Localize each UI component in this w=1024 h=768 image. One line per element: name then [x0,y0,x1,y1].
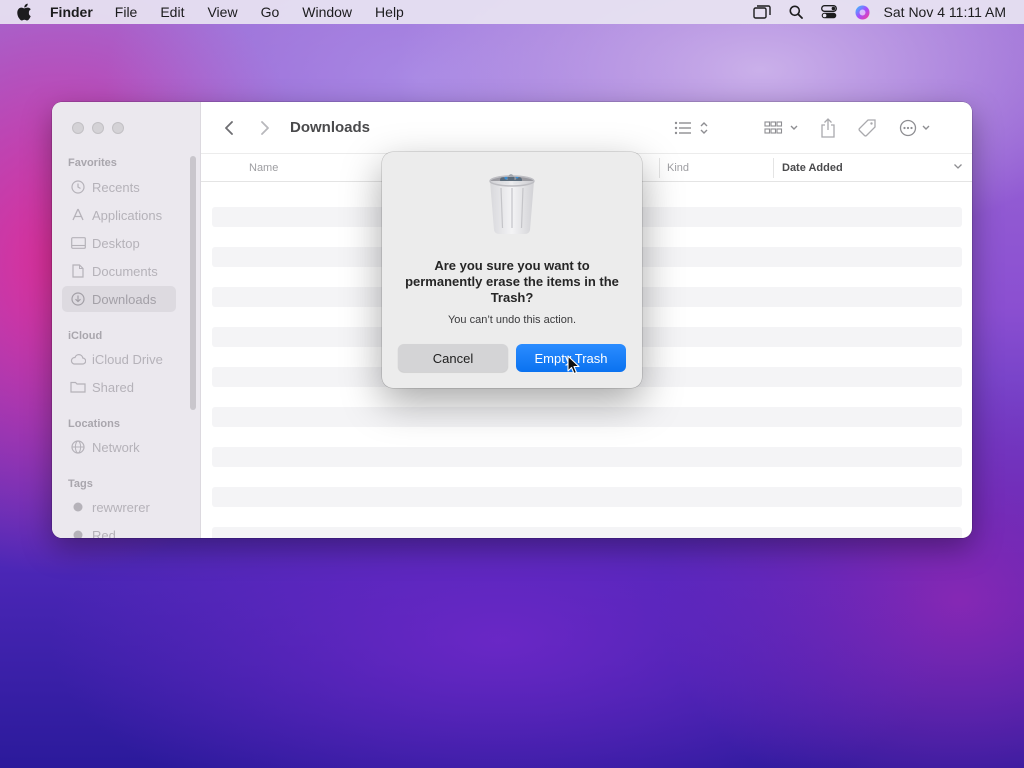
column-kind[interactable]: Kind [667,162,689,174]
back-button[interactable] [219,116,239,140]
sidebar-item-label: Recents [92,179,140,195]
clock-icon [70,179,86,195]
tag-dot-icon [70,527,86,538]
alert-message: You can’t undo this action. [447,314,577,326]
sidebar-item-desktop[interactable]: Desktop [62,230,176,256]
sidebar-item-label: Desktop [92,235,140,251]
document-icon [70,263,86,279]
sidebar-item-label: Shared [92,379,134,395]
sidebar-header-favorites: Favorites [68,157,117,169]
menu-help[interactable]: Help [375,4,404,20]
group-by-button[interactable] [762,116,802,140]
cancel-button[interactable]: Cancel [398,344,508,372]
sidebar-header-locations: Locations [68,418,120,430]
sidebar-header-icloud: iCloud [68,330,103,342]
list-view-button[interactable] [672,116,712,140]
globe-icon [70,439,86,455]
sidebar-item-shared[interactable]: Shared [62,374,176,400]
sidebar-scrollbar[interactable] [190,156,196,410]
mouse-cursor-icon [567,355,580,375]
cloud-icon [70,351,86,367]
menu-clock[interactable]: Sat Nov 4 11:11 AM [884,4,1006,20]
sidebar-item-downloads[interactable]: Downloads [62,286,176,312]
sidebar-item-label: Red [92,527,116,539]
control-center-icon[interactable] [820,5,837,19]
sidebar-header-tags: Tags [68,478,93,490]
sidebar-item-tag-red[interactable]: Red [62,522,176,538]
forward-button[interactable] [255,116,275,140]
column-name[interactable]: Name [249,162,278,174]
ellipsis-circle-icon [899,119,930,137]
sidebar-item-label: Network [92,439,140,455]
sidebar: Favorites Recents Applications Desktop D… [52,102,201,538]
sidebar-item-label: Documents [92,263,158,279]
toolbar: Downloads [201,102,972,154]
list-view-icon [674,121,708,135]
table-row[interactable] [212,407,962,427]
chevron-left-icon [225,121,233,135]
menu-view[interactable]: View [207,4,237,20]
minimize-window-button[interactable] [92,122,104,134]
window-controls [72,122,132,134]
menu-bar: Finder File Edit View Go Window Help Sat… [0,0,1024,24]
shared-folder-icon [70,379,86,395]
sidebar-item-recents[interactable]: Recents [62,174,176,200]
chevron-right-icon [261,121,269,135]
tag-dot-icon [70,499,86,515]
menu-go[interactable]: Go [261,4,280,20]
sidebar-item-label: Downloads [92,291,157,307]
sidebar-item-applications[interactable]: Applications [62,202,176,228]
empty-trash-alert: Are you sure you want to permanently era… [382,152,642,388]
menu-finder[interactable]: Finder [50,4,93,20]
applications-icon [70,207,86,223]
apple-logo-icon[interactable] [16,2,36,22]
sidebar-item-tag-rewwrerer[interactable]: rewwrerer [62,494,176,520]
window-title: Downloads [290,119,371,136]
spotlight-search-icon[interactable] [789,5,803,19]
alert-title: Are you sure you want to permanently era… [405,258,619,305]
table-row[interactable] [212,447,962,467]
column-date-added[interactable]: Date Added [782,162,843,174]
sidebar-item-documents[interactable]: Documents [62,258,176,284]
menu-edit[interactable]: Edit [160,4,184,20]
table-row[interactable] [212,487,962,507]
sort-chevron-down-icon[interactable] [953,161,963,174]
grid-icon [764,121,798,134]
download-icon [70,291,86,307]
sidebar-item-network[interactable]: Network [62,434,176,460]
trash-full-icon [486,172,538,236]
share-icon [821,118,835,138]
more-actions-button[interactable] [897,116,937,140]
close-window-button[interactable] [72,122,84,134]
sidebar-item-label: iCloud Drive [92,351,163,367]
desktop-icon [70,235,86,251]
sidebar-item-label: rewwrerer [92,499,150,515]
share-button[interactable] [817,116,839,140]
menu-window[interactable]: Window [302,4,352,20]
screen-mirroring-icon[interactable] [752,5,771,19]
column-divider[interactable] [773,158,774,178]
siri-icon[interactable] [855,5,870,20]
tag-button[interactable] [857,116,879,140]
table-row[interactable] [212,527,962,538]
sidebar-item-icloud-drive[interactable]: iCloud Drive [62,346,176,372]
column-divider[interactable] [659,158,660,178]
tag-icon [858,119,876,137]
menu-file[interactable]: File [115,4,138,20]
zoom-window-button[interactable] [112,122,124,134]
sidebar-item-label: Applications [92,207,163,223]
